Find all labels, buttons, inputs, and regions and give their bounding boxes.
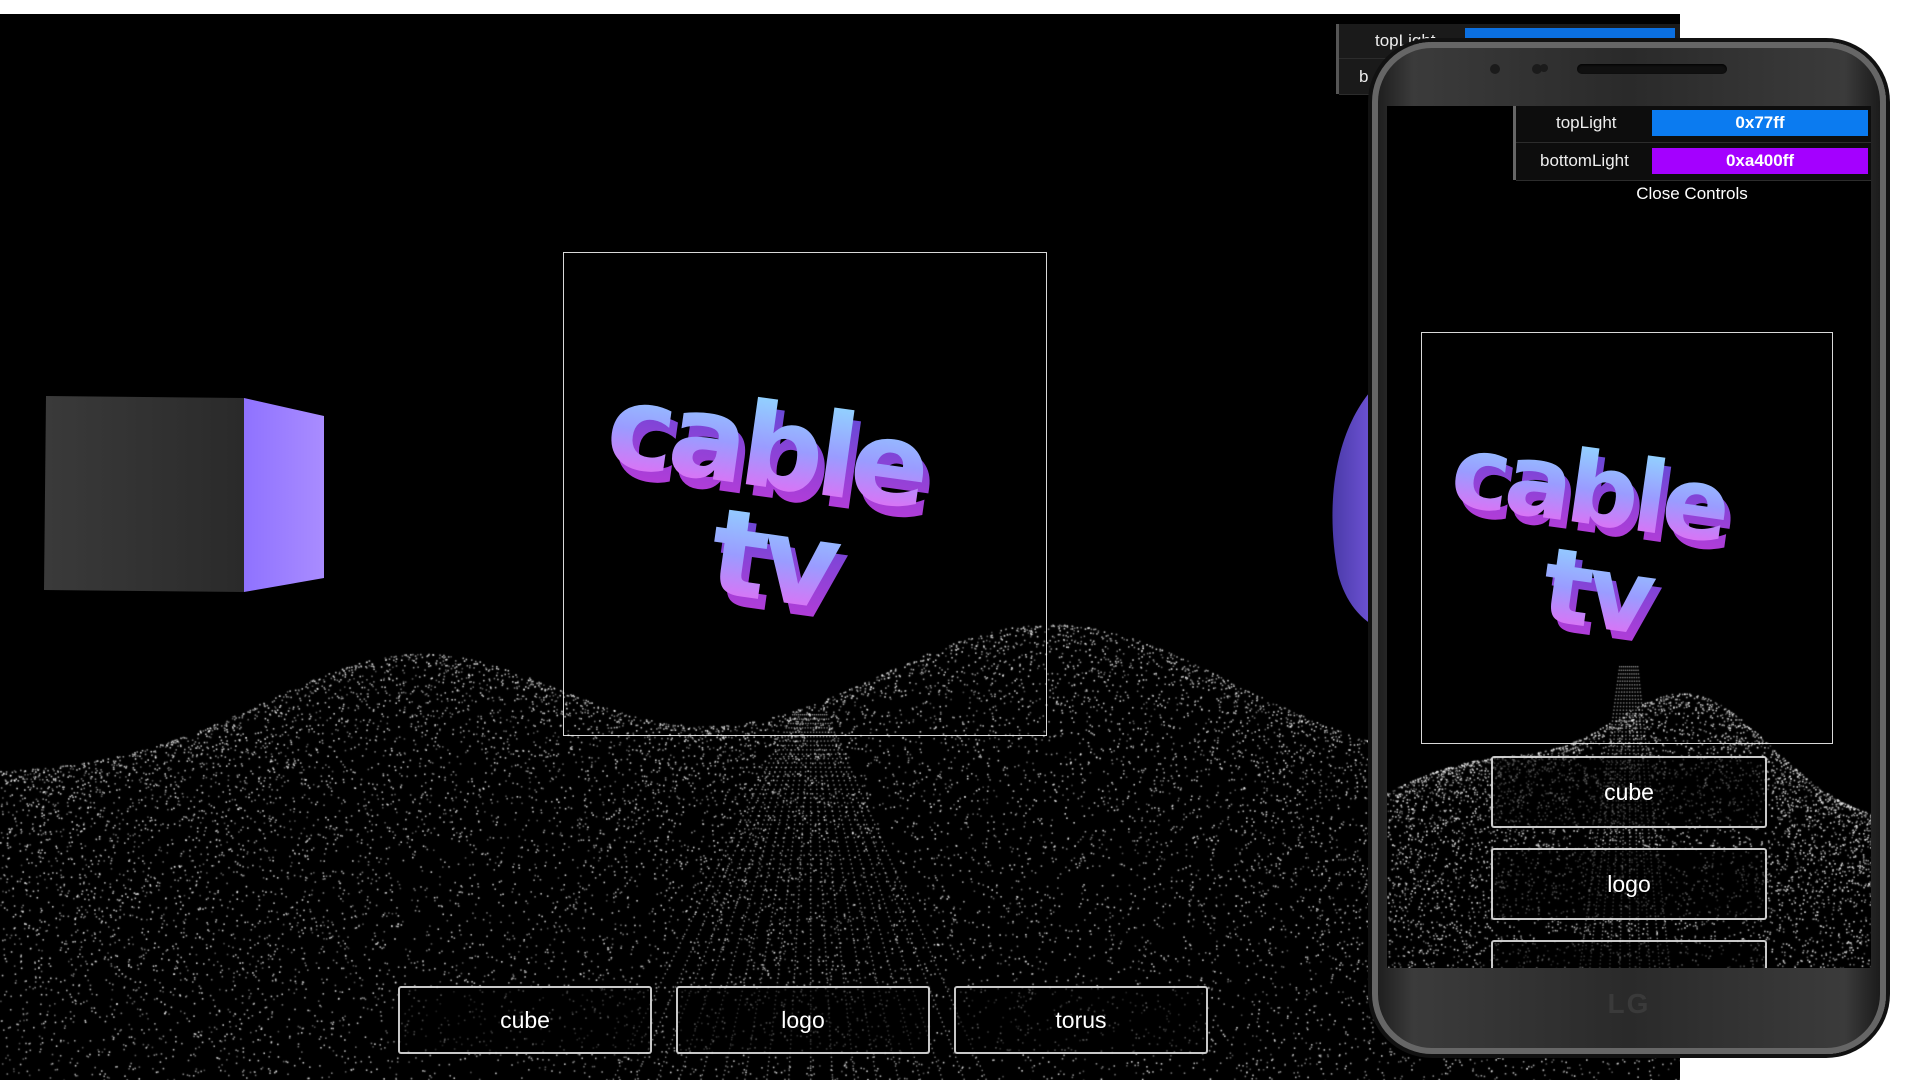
- phone-torus-button[interactable]: torus: [1491, 940, 1767, 968]
- phone-sensor-dot: [1490, 64, 1500, 74]
- phone-controls-panel: topLight 0x77ff bottomLight 0xa400ff: [1513, 106, 1871, 181]
- phone-bottom-light-value[interactable]: 0xa400ff: [1652, 148, 1868, 174]
- phone-speaker: [1577, 64, 1727, 74]
- phone-top-light-value[interactable]: 0x77ff: [1652, 110, 1868, 136]
- phone-logo-button[interactable]: logo: [1491, 848, 1767, 920]
- phone-cube-button[interactable]: cube: [1491, 756, 1767, 828]
- logo-line-2: tv: [702, 483, 848, 639]
- phone-logo-line-2: tv: [1535, 524, 1663, 660]
- phone-screen: topLight 0x77ff bottomLight 0xa400ff Clo…: [1387, 106, 1871, 968]
- phone-cable-tv-logo: cable cable tv tv: [1444, 426, 1739, 669]
- phone-bottom-light-label: bottomLight: [1540, 151, 1629, 170]
- phone-sensor-dot: [1540, 64, 1548, 72]
- cube-object: [44, 396, 324, 592]
- cable-tv-logo: cable cable tv tv: [599, 374, 941, 649]
- torus-button[interactable]: torus: [954, 986, 1208, 1054]
- logo-button[interactable]: logo: [676, 986, 930, 1054]
- phone-bottom-light-row[interactable]: bottomLight 0xa400ff: [1516, 144, 1871, 181]
- phone-brand-logo: LG: [1607, 988, 1651, 1019]
- cube-button[interactable]: cube: [398, 986, 652, 1054]
- close-controls-button[interactable]: Close Controls: [1513, 184, 1871, 204]
- phone-top-light-label: topLight: [1556, 113, 1617, 132]
- phone-device: topLight 0x77ff bottomLight 0xa400ff Clo…: [1372, 42, 1886, 1054]
- phone-top-light-row[interactable]: topLight 0x77ff: [1516, 106, 1871, 143]
- bottom-light-label: b: [1359, 67, 1369, 86]
